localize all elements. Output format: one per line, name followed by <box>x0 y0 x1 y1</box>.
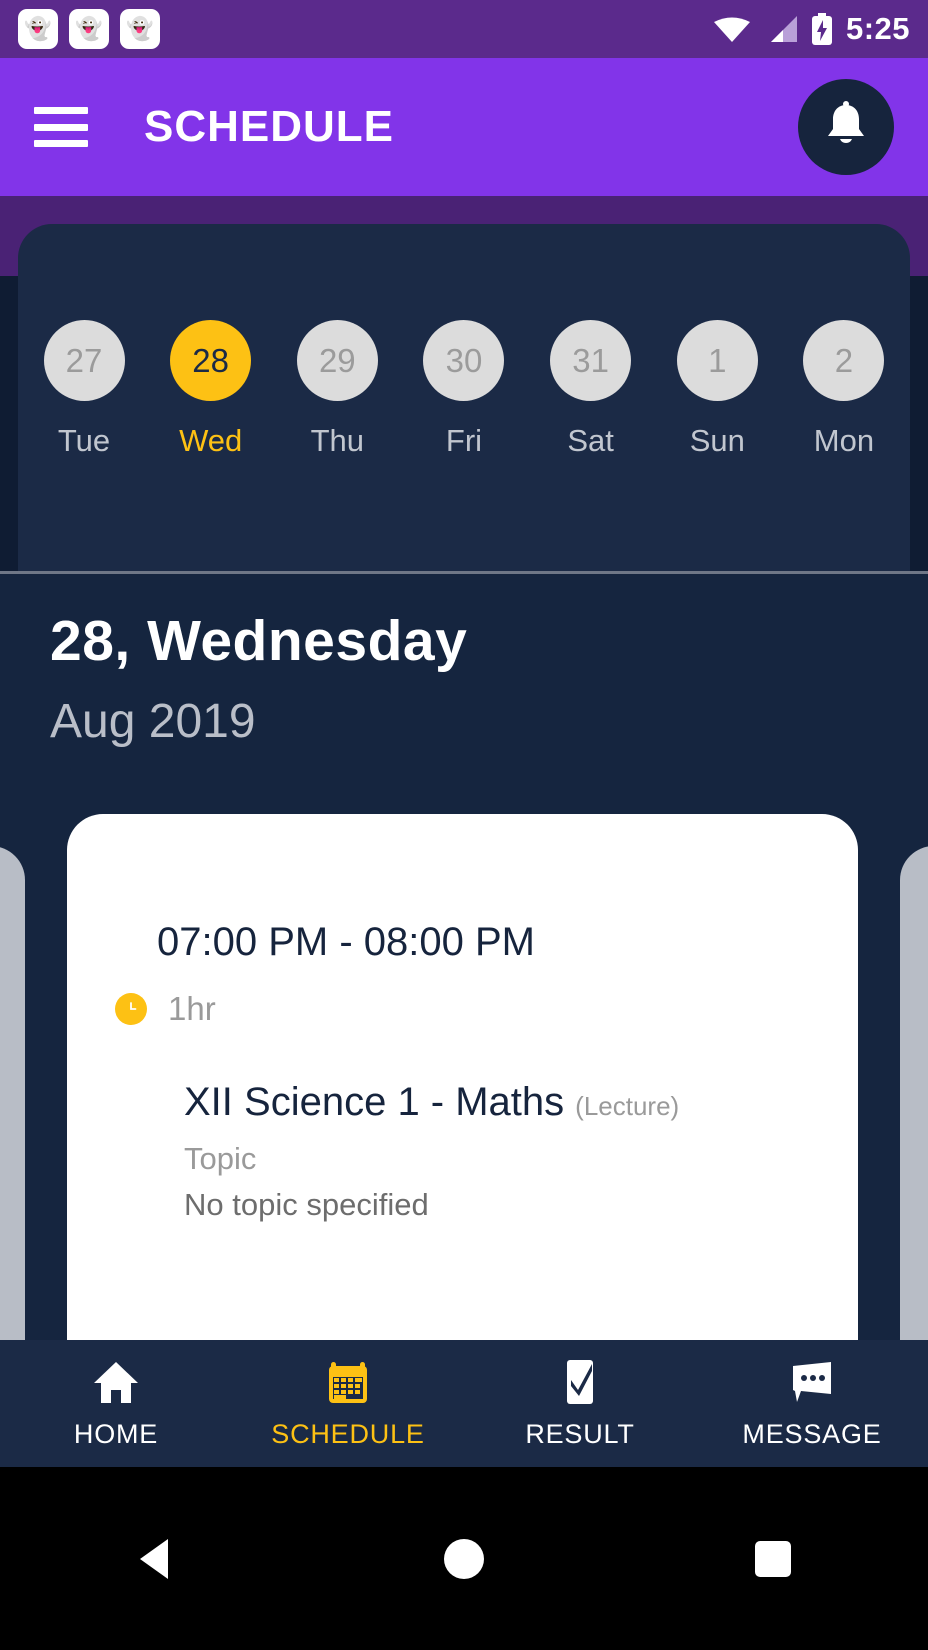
event-duration: 1hr <box>168 990 216 1027</box>
system-navigation-bar <box>0 1467 928 1650</box>
page-title: SCHEDULE <box>144 102 395 151</box>
day-number: 28 <box>170 320 252 401</box>
day-cell-sat[interactable]: 31 Sat <box>537 320 645 459</box>
clock-icon <box>115 993 147 1025</box>
selected-date-subheading: Aug 2019 <box>50 695 256 748</box>
day-weekday-label: Sat <box>567 423 614 458</box>
app-screen: 👻 👻 👻 5:25 SCHEDULE 27 Tue 28 Wed 29 Thu… <box>0 0 928 1650</box>
hamburger-bar <box>34 140 88 147</box>
selected-date-heading: 28, Wednesday <box>50 609 468 673</box>
home-circle-icon[interactable] <box>404 1537 524 1581</box>
hamburger-bar <box>34 107 88 114</box>
status-bar: 👻 👻 👻 5:25 <box>0 0 928 58</box>
app-bar: SCHEDULE <box>0 58 928 196</box>
day-cell-sun[interactable]: 1 Sun <box>663 320 771 459</box>
message-icon <box>787 1358 837 1406</box>
event-type-badge: (Lecture) <box>575 1091 680 1121</box>
day-weekday-label: Tue <box>57 423 111 458</box>
day-weekday-label: Sun <box>689 423 745 458</box>
week-day-list: 27 Tue 28 Wed 29 Thu 30 Fri 31 Sat 1 Sun… <box>18 320 910 459</box>
nav-item-message[interactable]: MESSAGE <box>696 1358 928 1450</box>
event-time-range: 07:00 PM - 08:00 PM <box>157 920 535 964</box>
event-title-row: XII Science 1 - Maths (Lecture) <box>184 1080 679 1125</box>
event-topic-value: No topic specified <box>184 1187 429 1222</box>
day-weekday-label: Thu <box>310 423 365 458</box>
battery-charging-icon <box>811 13 833 45</box>
nav-label-result: RESULT <box>525 1418 635 1449</box>
day-number: 1 <box>676 320 758 401</box>
home-icon <box>92 1358 140 1406</box>
bell-icon <box>824 100 868 154</box>
day-cell-fri[interactable]: 30 Fri <box>410 320 518 459</box>
event-duration-row: 1hr <box>115 990 216 1028</box>
status-time: 5:25 <box>845 11 910 46</box>
day-number: 30 <box>423 320 505 401</box>
recents-square-icon[interactable] <box>713 1538 833 1580</box>
day-weekday-label: Fri <box>445 423 483 458</box>
calendar-icon <box>326 1358 370 1406</box>
day-weekday-label: Mon <box>813 423 875 458</box>
nav-item-result[interactable]: RESULT <box>464 1358 696 1450</box>
day-number: 27 <box>43 320 125 401</box>
status-notification-icons: 👻 👻 👻 <box>18 9 160 49</box>
nav-label-message: MESSAGE <box>742 1418 882 1449</box>
day-weekday-label: Wed <box>179 423 243 458</box>
hamburger-menu-icon[interactable] <box>34 107 88 147</box>
back-triangle-icon[interactable] <box>95 1536 215 1582</box>
day-number: 31 <box>550 320 632 401</box>
hamburger-bar <box>34 123 88 131</box>
day-number: 2 <box>803 320 885 401</box>
notification-glyph: 👻 <box>126 16 154 41</box>
notification-glyph: 👻 <box>24 16 52 41</box>
nav-item-schedule[interactable]: SCHEDULE <box>232 1358 464 1450</box>
nav-label-home: HOME <box>73 1418 159 1449</box>
cellular-signal-icon <box>764 15 798 43</box>
app-notification-icon: 👻 <box>120 9 160 49</box>
notification-bell-button[interactable] <box>798 79 894 175</box>
day-cell-mon[interactable]: 2 Mon <box>790 320 898 459</box>
week-strip-card: 27 Tue 28 Wed 29 Thu 30 Fri 31 Sat 1 Sun… <box>18 224 910 572</box>
event-topic-label: Topic <box>184 1141 257 1176</box>
schedule-body: 28, Wednesday Aug 2019 07:00 PM - 08:00 … <box>0 574 928 1454</box>
nav-label-schedule: SCHEDULE <box>271 1418 425 1449</box>
app-notification-icon: 👻 <box>18 9 58 49</box>
event-title: XII Science 1 - Maths <box>184 1080 565 1124</box>
wifi-icon <box>713 15 751 43</box>
day-cell-wed[interactable]: 28 Wed <box>157 320 265 459</box>
app-notification-icon: 👻 <box>69 9 109 49</box>
bottom-navigation-bar: HOME SCHEDULE RESULT MESSAGE <box>0 1340 928 1467</box>
day-number: 29 <box>296 320 378 401</box>
nav-item-home[interactable]: HOME <box>0 1358 232 1450</box>
day-cell-tue[interactable]: 27 Tue <box>30 320 138 459</box>
notification-glyph: 👻 <box>75 16 103 41</box>
day-cell-thu[interactable]: 29 Thu <box>283 320 391 459</box>
result-icon <box>558 1358 602 1406</box>
status-system-icons: 5:25 <box>713 11 910 47</box>
